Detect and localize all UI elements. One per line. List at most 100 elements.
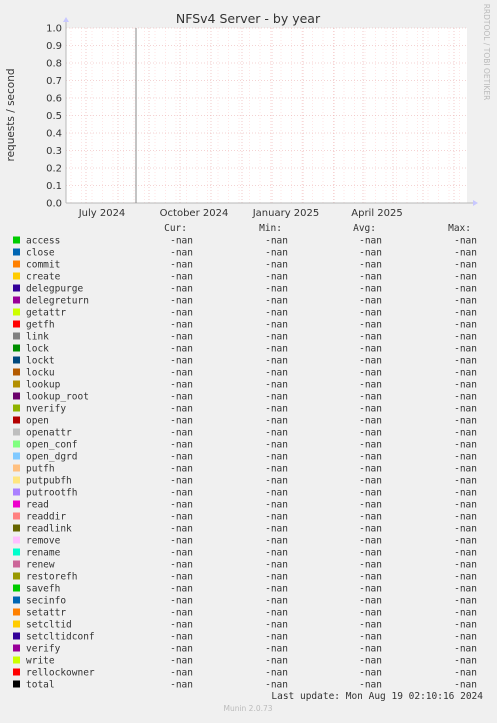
legend-value-min: -nan bbox=[265, 524, 288, 535]
legend-series-name: readlink bbox=[26, 524, 72, 535]
legend-series-name: lockt bbox=[26, 356, 55, 367]
legend-value-max: -nan bbox=[454, 236, 477, 247]
legend-value-max: -nan bbox=[454, 668, 477, 679]
legend-value-min: -nan bbox=[265, 392, 288, 403]
x-tick-label: April 2025 bbox=[351, 208, 402, 219]
legend-value-max: -nan bbox=[454, 248, 477, 259]
legend-value-min: -nan bbox=[265, 284, 288, 295]
legend-header: Avg: bbox=[353, 223, 376, 234]
legend-value-cur: -nan bbox=[170, 260, 193, 271]
legend-value-min: -nan bbox=[265, 632, 288, 643]
legend-value-max: -nan bbox=[454, 560, 477, 571]
legend-series-name: delegpurge bbox=[26, 284, 83, 295]
legend-value-avg: -nan bbox=[359, 536, 382, 547]
legend-value-min: -nan bbox=[265, 680, 288, 691]
legend-swatch bbox=[13, 572, 20, 580]
legend-value-avg: -nan bbox=[359, 620, 382, 631]
legend-value-min: -nan bbox=[265, 248, 288, 259]
x-tick-label: July 2024 bbox=[78, 208, 126, 219]
legend-value-avg: -nan bbox=[359, 464, 382, 475]
legend-value-max: -nan bbox=[454, 428, 477, 439]
legend-swatch bbox=[13, 260, 20, 268]
legend-series-name: putpubfh bbox=[26, 476, 72, 487]
legend-value-avg: -nan bbox=[359, 260, 382, 271]
legend-swatch bbox=[13, 308, 20, 316]
legend-value-avg: -nan bbox=[359, 632, 382, 643]
legend-value-min: -nan bbox=[265, 476, 288, 487]
legend-value-cur: -nan bbox=[170, 608, 193, 619]
legend-value-avg: -nan bbox=[359, 308, 382, 319]
legend-series-name: locku bbox=[26, 368, 55, 379]
legend-value-max: -nan bbox=[454, 284, 477, 295]
legend-value-min: -nan bbox=[265, 608, 288, 619]
legend-value-max: -nan bbox=[454, 332, 477, 343]
legend-value-avg: -nan bbox=[359, 668, 382, 679]
legend-value-min: -nan bbox=[265, 560, 288, 571]
y-tick-label: 0.6 bbox=[46, 94, 62, 105]
legend-value-cur: -nan bbox=[170, 284, 193, 295]
legend-swatch bbox=[13, 380, 20, 388]
legend-value-max: -nan bbox=[454, 308, 477, 319]
legend-value-max: -nan bbox=[454, 500, 477, 511]
legend-swatch bbox=[13, 464, 20, 472]
legend-value-cur: -nan bbox=[170, 392, 193, 403]
chart-container: 0.0 0.1 0.2 0.3 0.4 0.5 0.6 0.7 0.8 0.9 1.0 July 20… bbox=[0, 0, 497, 719]
legend-value-cur: -nan bbox=[170, 416, 193, 427]
legend-value-avg: -nan bbox=[359, 584, 382, 595]
legend-value-max: -nan bbox=[454, 464, 477, 475]
legend-value-cur: -nan bbox=[170, 680, 193, 691]
legend-swatch bbox=[13, 584, 20, 592]
legend-value-cur: -nan bbox=[170, 500, 193, 511]
legend-series-name: putrootfh bbox=[26, 488, 77, 499]
legend-swatch bbox=[13, 656, 20, 664]
y-tick-label: 0.5 bbox=[46, 111, 62, 122]
legend-series-name: close bbox=[26, 248, 55, 259]
legend-value-min: -nan bbox=[265, 500, 288, 511]
legend-value-avg: -nan bbox=[359, 524, 382, 535]
legend-value-max: -nan bbox=[454, 620, 477, 631]
legend-swatch bbox=[13, 416, 20, 424]
legend-value-avg: -nan bbox=[359, 440, 382, 451]
legend-value-max: -nan bbox=[454, 644, 477, 655]
legend-swatch bbox=[13, 512, 20, 520]
legend-value-cur: -nan bbox=[170, 428, 193, 439]
legend-value-max: -nan bbox=[454, 440, 477, 451]
legend-value-cur: -nan bbox=[170, 404, 193, 415]
legend-value-cur: -nan bbox=[170, 236, 193, 247]
legend-swatch bbox=[13, 296, 20, 304]
legend-value-avg: -nan bbox=[359, 428, 382, 439]
legend-swatch bbox=[13, 428, 20, 436]
legend-value-avg: -nan bbox=[359, 596, 382, 607]
legend-value-min: -nan bbox=[265, 296, 288, 307]
legend-value-max: -nan bbox=[454, 404, 477, 415]
legend-value-avg: -nan bbox=[359, 368, 382, 379]
legend-value-min: -nan bbox=[265, 548, 288, 559]
legend-value-max: -nan bbox=[454, 584, 477, 595]
legend-value-min: -nan bbox=[265, 380, 288, 391]
legend-value-min: -nan bbox=[265, 440, 288, 451]
y-tick-label: 0.7 bbox=[46, 76, 62, 87]
legend-value-max: -nan bbox=[454, 356, 477, 367]
legend-series-name: rellockowner bbox=[26, 668, 95, 679]
legend-value-cur: -nan bbox=[170, 560, 193, 571]
legend-series-name: write bbox=[26, 656, 55, 667]
y-axis-label: requests / second bbox=[5, 68, 17, 161]
last-update-text: Last update: Mon Aug 19 02:10:16 2024 bbox=[271, 691, 483, 702]
legend-value-avg: -nan bbox=[359, 404, 382, 415]
legend-value-max: -nan bbox=[454, 296, 477, 307]
legend-value-cur: -nan bbox=[170, 248, 193, 259]
legend-series-name: readdir bbox=[26, 512, 66, 523]
legend-value-cur: -nan bbox=[170, 440, 193, 451]
legend-series-name: open_dgrd bbox=[26, 452, 77, 463]
legend-value-avg: -nan bbox=[359, 452, 382, 463]
legend-series-name: setcltid bbox=[26, 620, 72, 631]
legend-value-min: -nan bbox=[265, 668, 288, 679]
legend-value-min: -nan bbox=[265, 320, 288, 331]
legend-value-avg: -nan bbox=[359, 380, 382, 391]
legend-value-avg: -nan bbox=[359, 572, 382, 583]
legend-value-max: -nan bbox=[454, 596, 477, 607]
legend-series-name: lock bbox=[26, 344, 49, 355]
legend-value-min: -nan bbox=[265, 260, 288, 271]
legend-series-name: lookup_root bbox=[26, 392, 89, 403]
legend-value-min: -nan bbox=[265, 572, 288, 583]
